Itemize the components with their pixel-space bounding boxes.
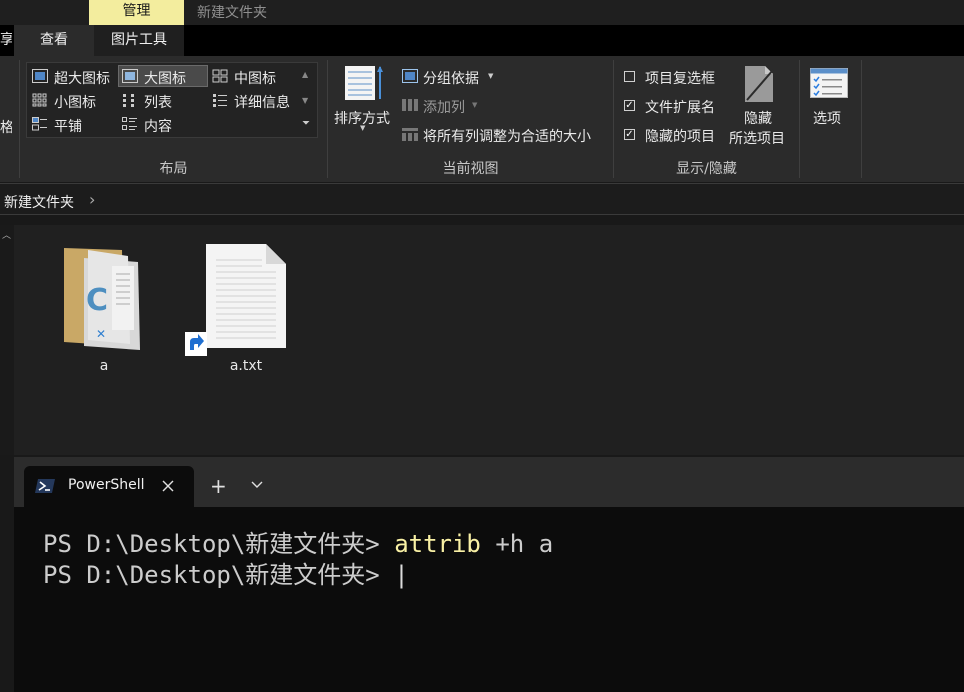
extra-large-icons-icon — [32, 69, 48, 83]
prompt: PS D:\Desktop\新建文件夹> — [43, 530, 395, 558]
sort-by-button[interactable]: 排序方式 ▼ — [332, 62, 396, 136]
close-icon[interactable] — [161, 479, 175, 493]
hidden-items-label: 隐藏的项目 — [645, 129, 715, 145]
terminal-tab-powershell[interactable]: PowerShell — [24, 466, 194, 507]
list-icon — [123, 94, 134, 107]
navigation-pane[interactable] — [0, 225, 14, 455]
text-file-shortcut-icon — [185, 244, 286, 356]
details-icon — [213, 94, 227, 107]
group-label-show-hide: 显示/隐藏 — [676, 161, 737, 177]
add-columns-label: 添加列 — [423, 100, 465, 116]
layout-content[interactable]: 内容 — [120, 114, 208, 136]
terminal-tab-title: PowerShell — [68, 477, 145, 493]
file-item[interactable]: a.txt — [184, 240, 308, 380]
chevron-down-icon[interactable] — [250, 480, 264, 490]
gallery-scroll-down-icon[interactable]: ▼ — [302, 96, 308, 105]
gallery-more-icon[interactable]: ⏷ — [302, 118, 310, 129]
layout-label: 小图标 — [54, 95, 96, 111]
hide-selected-label-2: 所选项目 — [729, 131, 785, 147]
size-all-columns-button[interactable]: 将所有列调整为合适的大小 — [400, 124, 608, 146]
terminal-line-2: PS D:\Desktop\新建文件夹> | — [43, 555, 409, 590]
layout-label: 中图标 — [234, 71, 276, 87]
file-list[interactable] — [14, 225, 964, 455]
small-icons-icon — [32, 93, 47, 107]
group-by-button[interactable]: 分组依据 ▼ — [400, 66, 510, 88]
layout-label: 平铺 — [54, 119, 82, 135]
layout-label: 列表 — [144, 95, 172, 111]
hide-selected-label-1: 隐藏 — [744, 111, 772, 127]
medium-icons-icon — [212, 69, 228, 83]
layout-label: 详细信息 — [234, 95, 290, 111]
terminal-line-1: PS D:\Desktop\新建文件夹> attrib +h a — [43, 524, 553, 559]
checkbox[interactable] — [624, 71, 635, 82]
file-name: a — [99, 358, 109, 374]
add-columns-icon — [402, 99, 418, 111]
powershell-icon — [35, 479, 55, 493]
breadcrumb-folder[interactable]: 新建文件夹 — [4, 192, 74, 212]
window-title: 新建文件夹 — [197, 5, 267, 21]
command-args: +h a — [480, 530, 554, 558]
hide-selected-icon — [745, 66, 774, 102]
checkbox-checked[interactable]: ✓ — [624, 100, 635, 111]
item-checkboxes-label: 项目复选框 — [645, 71, 715, 87]
folder-vscode-icon: C ✕ — [64, 248, 140, 350]
layout-large-icons[interactable]: 大图标 — [120, 66, 208, 88]
options-button[interactable]: 选项 — [806, 64, 852, 130]
item-checkboxes-toggle[interactable]: 项目复选框 — [620, 66, 730, 88]
options-label: 选项 — [813, 111, 841, 127]
prompt: PS D:\Desktop\新建文件夹> — [43, 561, 395, 589]
layout-list[interactable]: 列表 — [120, 90, 208, 112]
group-by-icon — [402, 69, 418, 83]
layout-small-icons[interactable]: 小图标 — [30, 90, 118, 112]
chevron-down-icon: ▼ — [488, 72, 494, 80]
tab-view[interactable]: 查看 — [14, 25, 94, 56]
command-name: attrib — [394, 530, 481, 558]
options-icon — [810, 68, 848, 98]
layout-label: 超大图标 — [54, 71, 110, 87]
file-name: a.txt — [229, 358, 263, 374]
file-extensions-label: 文件扩展名 — [645, 100, 715, 116]
layout-medium-icons[interactable]: 中图标 — [210, 66, 298, 88]
truncated-label: 格 — [0, 120, 12, 136]
checkbox-checked[interactable]: ✓ — [624, 129, 635, 140]
gallery-scroll-up-icon[interactable]: ▲ — [302, 70, 308, 79]
chevron-down-icon: ▼ — [472, 101, 478, 109]
group-label-layout: 布局 — [159, 161, 188, 177]
chevron-down-icon: ▼ — [360, 124, 366, 132]
layout-label: 大图标 — [144, 71, 186, 87]
context-tab-manage[interactable]: 管理 — [89, 0, 184, 25]
hide-selected-items-button[interactable]: 隐藏 所选项目 — [726, 62, 792, 152]
file-item[interactable]: C ✕ a — [60, 240, 148, 380]
layout-tiles[interactable]: 平铺 — [30, 114, 118, 136]
svg-text:✕: ✕ — [96, 327, 106, 341]
sort-icon — [345, 66, 383, 100]
add-columns-button[interactable]: 添加列 ▼ — [400, 95, 510, 117]
tab-share[interactable]: 享 — [0, 25, 12, 56]
layout-details[interactable]: 详细信息 — [210, 90, 306, 112]
breadcrumb-chevron-icon[interactable]: › — [89, 190, 95, 209]
content-icon — [122, 117, 137, 130]
new-tab-button[interactable]: + — [210, 474, 227, 498]
large-icons-icon — [122, 69, 138, 83]
layout-label: 内容 — [144, 119, 172, 135]
svg-text:C: C — [86, 283, 108, 318]
group-label-current-view: 当前视图 — [442, 161, 499, 177]
text-cursor: | — [394, 561, 409, 589]
scroll-up-icon[interactable]: ︿ — [2, 228, 11, 241]
group-by-label: 分组依据 — [423, 71, 479, 87]
tab-picture-tools[interactable]: 图片工具 — [94, 25, 184, 56]
tiles-icon — [32, 117, 47, 131]
size-columns-icon — [402, 128, 418, 141]
divider — [861, 60, 862, 178]
address-bar[interactable] — [0, 183, 964, 215]
size-columns-label: 将所有列调整为合适的大小 — [423, 129, 591, 145]
divider — [799, 60, 800, 178]
hidden-items-toggle[interactable]: ✓ 隐藏的项目 — [620, 124, 730, 146]
file-extensions-toggle[interactable]: ✓ 文件扩展名 — [620, 95, 730, 117]
